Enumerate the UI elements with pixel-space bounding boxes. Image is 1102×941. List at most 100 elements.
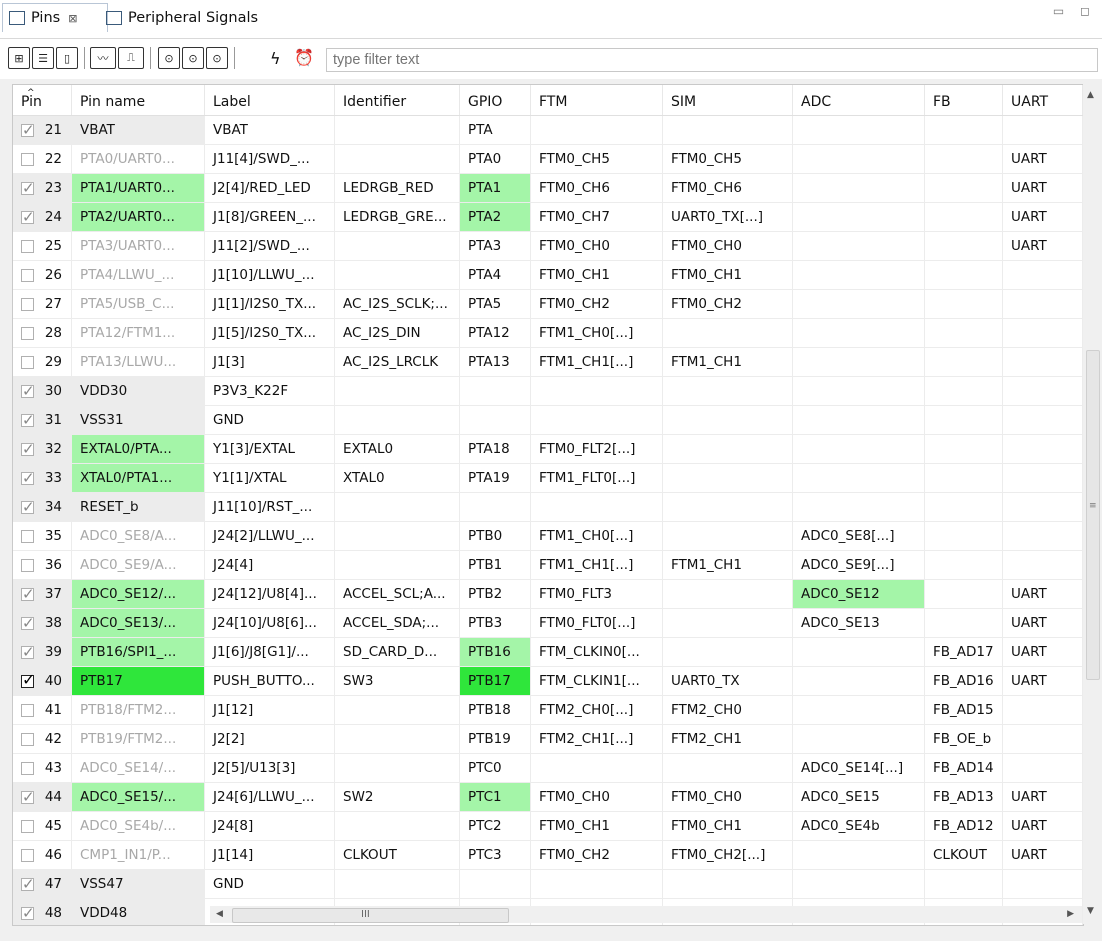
table-row[interactable]: 37 ADC0_SE12/...J24[12]/U8[4]...ACCEL_SCL… xyxy=(13,580,1083,609)
checkbox[interactable] xyxy=(21,268,34,282)
checkbox[interactable] xyxy=(21,239,34,253)
pin-direction-2-icon[interactable]: ⊙ xyxy=(182,47,204,69)
checkbox[interactable] xyxy=(21,783,35,811)
table-row[interactable]: 45 ADC0_SE4b/... J24[8] PTC2 FTM0_CH1 FTM0_CH… xyxy=(13,812,1083,841)
checkbox[interactable] xyxy=(21,435,35,463)
checkbox[interactable] xyxy=(21,638,35,666)
table-row[interactable]: 31 VSS31GND xyxy=(13,406,1083,435)
checkbox[interactable] xyxy=(21,464,35,492)
tab-peripheral-signals[interactable]: Peripheral Signals xyxy=(100,4,264,32)
pin-cell[interactable]: 24 xyxy=(13,203,72,231)
pin-cell[interactable]: 27 xyxy=(13,290,72,318)
pin-direction-3-icon[interactable]: ⊙ xyxy=(206,47,228,69)
layout-view-3-icon[interactable]: ▯ xyxy=(56,47,78,69)
checkbox[interactable] xyxy=(21,848,34,862)
checkbox[interactable] xyxy=(21,203,35,231)
table-row[interactable]: 28 PTA12/FTM1... J1[5]/I2S0_TX... AC_I2S_DI… xyxy=(13,319,1083,348)
checkbox[interactable] xyxy=(21,355,34,369)
table-row[interactable]: 46 CMP1_IN1/P... J1[14] CLKOUT PTC3 FTM0_CH2 F… xyxy=(13,841,1083,870)
table-row[interactable]: 34 RESET_bJ11[10]/RST_... xyxy=(13,493,1083,522)
checkbox[interactable] xyxy=(21,819,34,833)
table-row[interactable]: 27 PTA5/USB_C... J1[1]/I2S0_TX... AC_I2S_SC… xyxy=(13,290,1083,319)
table-row[interactable]: 38 ADC0_SE13/...J24[10]/U8[6]...ACCEL_SDA… xyxy=(13,609,1083,638)
vertical-scroll-thumb[interactable]: ≡ xyxy=(1086,350,1100,680)
col-header-pin[interactable]: Pin ^ xyxy=(13,85,72,115)
checkbox[interactable] xyxy=(21,406,35,434)
lightning-icon[interactable]: ϟ xyxy=(270,49,281,68)
table-row[interactable]: 29 PTA13/LLWU... J1[3] AC_I2S_LRCLK PTA13 FTM… xyxy=(13,348,1083,377)
checkbox[interactable] xyxy=(21,377,35,405)
col-header-adc[interactable]: ADC xyxy=(793,85,925,115)
pin-direction-1-icon[interactable]: ⊙ xyxy=(158,47,180,69)
close-icon[interactable]: ⊠ xyxy=(68,12,77,25)
pin-cell[interactable]: 44 xyxy=(13,783,72,811)
checkbox[interactable] xyxy=(21,703,34,717)
table-row[interactable]: 26 PTA4/LLWU_... J1[10]/LLWU_... PTA4 FTM0_C… xyxy=(13,261,1083,290)
pin-cell[interactable]: 40 xyxy=(13,667,72,695)
checkbox[interactable] xyxy=(21,116,35,144)
table-row[interactable]: 40PTB17PUSH_BUTTO...SW3PTB17FTM_CLKIN1[.… xyxy=(13,667,1083,696)
pin-cell[interactable]: 31 xyxy=(13,406,72,434)
pin-cell[interactable]: 32 xyxy=(13,435,72,463)
checkbox[interactable] xyxy=(21,558,34,572)
minimize-maximize-icons[interactable]: ▭ ◻ xyxy=(1053,4,1096,18)
pin-cell[interactable]: 33 xyxy=(13,464,72,492)
checkbox[interactable] xyxy=(21,297,34,311)
pin-cell[interactable]: 45 xyxy=(13,812,72,840)
table-row[interactable]: 24 PTA2/UART0...J1[8]/GREEN_...LEDRGB_GRE… xyxy=(13,203,1083,232)
pin-cell[interactable]: 22 xyxy=(13,145,72,173)
pin-cell[interactable]: 23 xyxy=(13,174,72,202)
pin-cell[interactable]: 41 xyxy=(13,696,72,724)
pin-cell[interactable]: 37 xyxy=(13,580,72,608)
pin-cell[interactable]: 36 xyxy=(13,551,72,579)
table-row[interactable]: 41 PTB18/FTM2... J1[12] PTB18 FTM2_CH0[...] F… xyxy=(13,696,1083,725)
pin-cell[interactable]: 26 xyxy=(13,261,72,289)
table-row[interactable]: 22 PTA0/UART0... J11[4]/SWD_... PTA0 FTM0_CH… xyxy=(13,145,1083,174)
table-row[interactable]: 47 VSS47GND xyxy=(13,870,1083,899)
table-row[interactable]: 33 XTAL0/PTA1...Y1[1]/XTALXTAL0PTA19FTM1_… xyxy=(13,464,1083,493)
pin-cell[interactable]: 39 xyxy=(13,638,72,666)
table-row[interactable]: 23 PTA1/UART0...J2[4]/RED_LEDLEDRGB_REDPT… xyxy=(13,174,1083,203)
col-header-uart[interactable]: UART xyxy=(1003,85,1083,115)
pin-cell[interactable]: 48 xyxy=(13,899,72,925)
col-header-label[interactable]: Label xyxy=(205,85,335,115)
table-row[interactable]: 43 ADC0_SE14/... J2[5]/U13[3] PTC0 ADC0_SE14… xyxy=(13,754,1083,783)
table-row[interactable]: 36 ADC0_SE9/A... J24[4] PTB1 FTM1_CH1[...] FT… xyxy=(13,551,1083,580)
pin-cell[interactable]: 38 xyxy=(13,609,72,637)
checkbox[interactable] xyxy=(21,326,34,340)
pin-cell[interactable]: 21 xyxy=(13,116,72,144)
col-header-ftm[interactable]: FTM xyxy=(531,85,663,115)
layout-view-1-icon[interactable]: ⊞ xyxy=(8,47,30,69)
checkbox[interactable] xyxy=(21,152,34,166)
checkbox[interactable] xyxy=(21,899,35,925)
tab-pins[interactable]: Pins ⊠ xyxy=(2,3,108,32)
pin-cell[interactable]: 35 xyxy=(13,522,72,550)
checkbox[interactable] xyxy=(21,761,34,775)
digital-signal-icon[interactable]: ⎍ xyxy=(118,47,144,69)
checkbox[interactable] xyxy=(21,174,35,202)
table-row[interactable]: 39 PTB16/SPI1_...J1[6]/J8[G1]/...SD_CARD_… xyxy=(13,638,1083,667)
layout-view-2-icon[interactable]: ☰ xyxy=(32,47,54,69)
scroll-left-icon[interactable]: ◀ xyxy=(216,909,223,919)
analog-signal-icon[interactable]: 〰 xyxy=(90,47,116,69)
alarm-clock-icon[interactable]: ⏰ xyxy=(294,48,314,67)
table-row[interactable]: 32 EXTAL0/PTA...Y1[3]/EXTALEXTAL0PTA18FTM… xyxy=(13,435,1083,464)
pin-cell[interactable]: 46 xyxy=(13,841,72,869)
checkbox[interactable] xyxy=(21,493,35,521)
checkbox[interactable] xyxy=(21,609,35,637)
table-row[interactable]: 25 PTA3/UART0... J11[2]/SWD_... PTA3 FTM0_CH… xyxy=(13,232,1083,261)
scroll-down-icon[interactable]: ▼ xyxy=(1087,906,1094,916)
scroll-up-icon[interactable]: ▲ xyxy=(1087,90,1094,100)
table-row[interactable]: 30 VDD30P3V3_K22F xyxy=(13,377,1083,406)
pin-cell[interactable]: 25 xyxy=(13,232,72,260)
col-header-gpio[interactable]: GPIO xyxy=(460,85,531,115)
col-header-fb[interactable]: FB xyxy=(925,85,1003,115)
pin-cell[interactable]: 29 xyxy=(13,348,72,376)
filter-input[interactable] xyxy=(326,48,1098,72)
pin-cell[interactable]: 30 xyxy=(13,377,72,405)
scroll-right-icon[interactable]: ▶ xyxy=(1067,909,1074,919)
horizontal-scroll-thumb[interactable]: III xyxy=(232,908,509,923)
table-row[interactable]: 42 PTB19/FTM2... J2[2] PTB19 FTM2_CH1[...] FT… xyxy=(13,725,1083,754)
pin-cell[interactable]: 42 xyxy=(13,725,72,753)
checkbox[interactable] xyxy=(21,667,35,694)
